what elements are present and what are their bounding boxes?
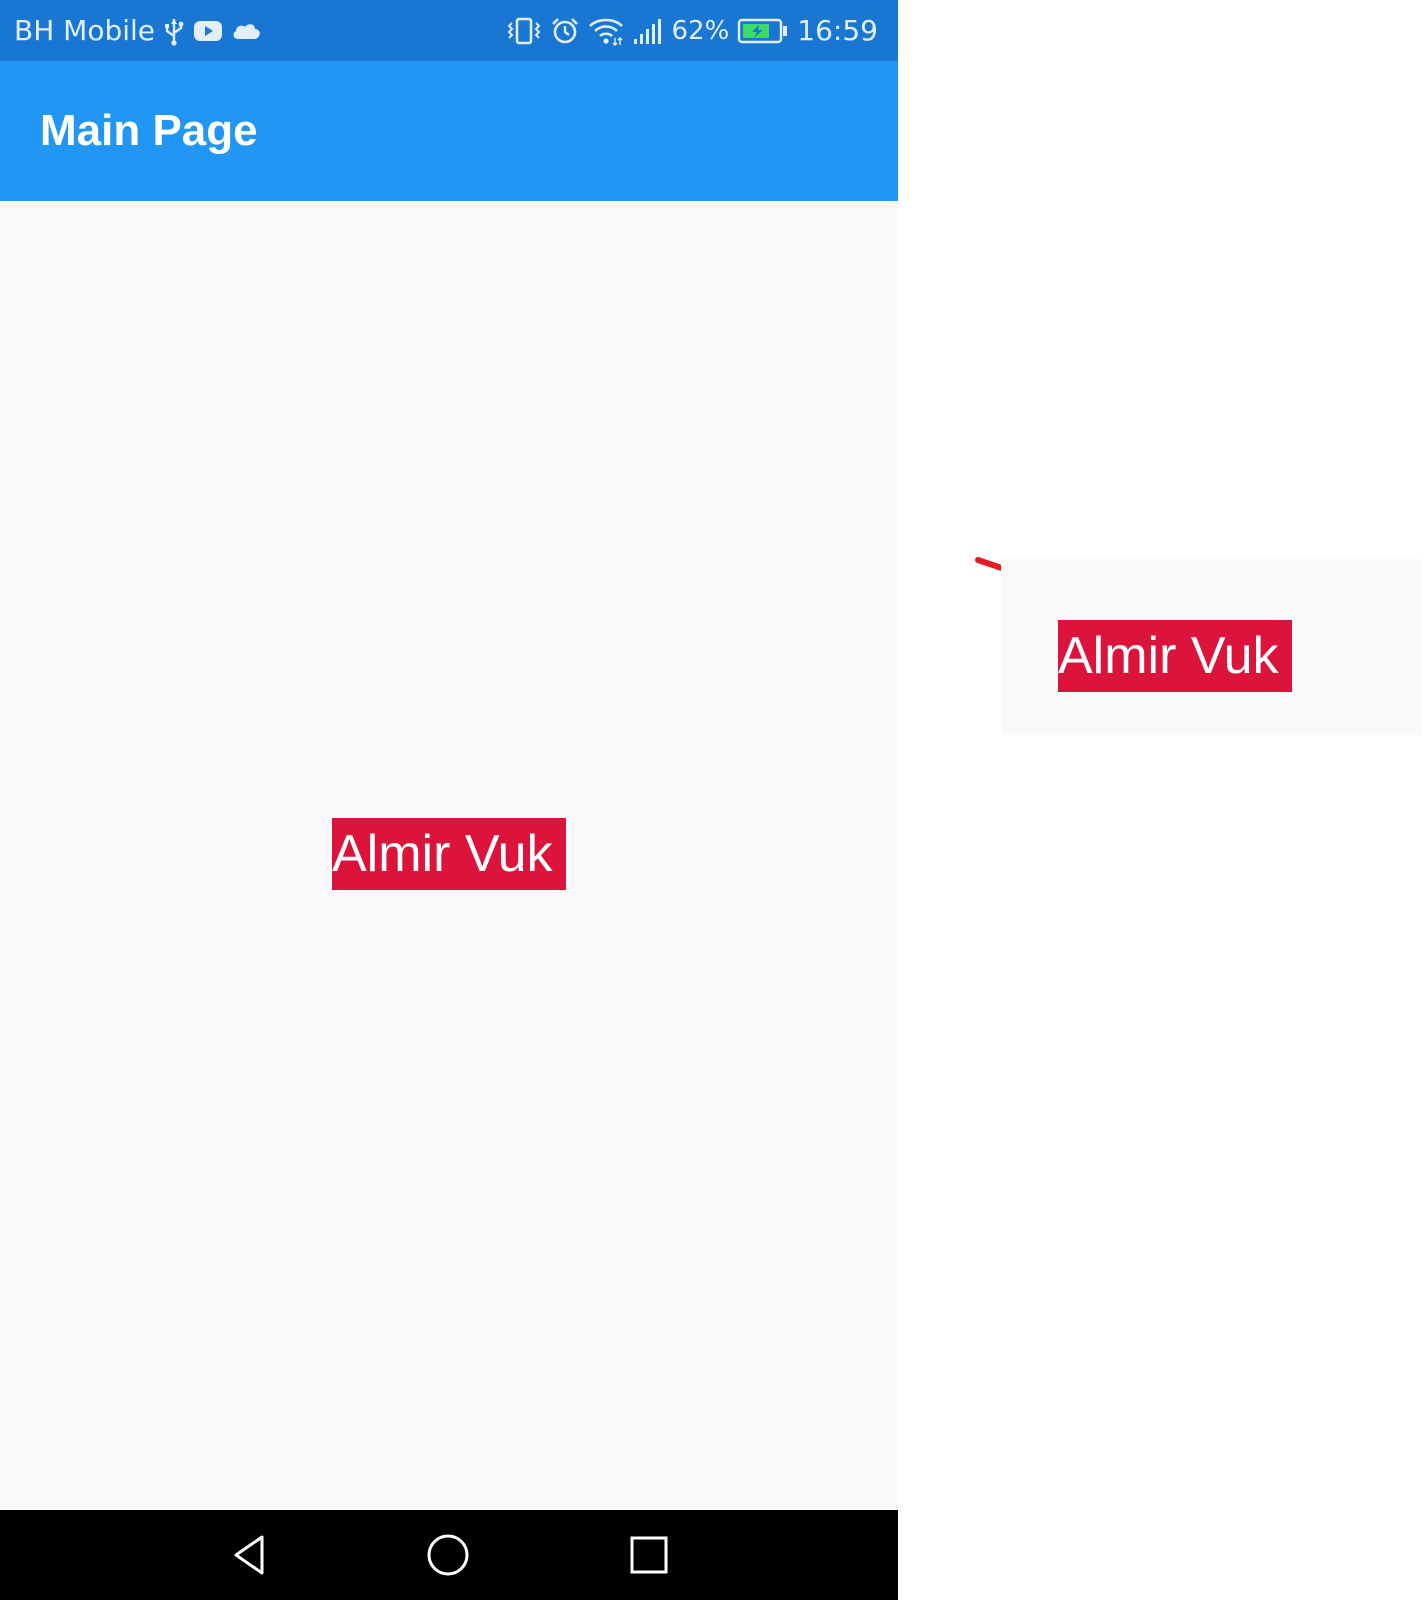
- carrier-name: BH Mobile: [14, 14, 156, 47]
- app-bar: Main Page: [0, 61, 898, 201]
- alarm-icon: [550, 16, 580, 46]
- recents-icon: [630, 1536, 668, 1574]
- page-title: Main Page: [40, 106, 258, 155]
- cloud-icon: [231, 21, 261, 41]
- wifi-icon: [588, 16, 624, 46]
- back-icon: [234, 1535, 264, 1575]
- zoom-callout: Almir Vuk: [1001, 559, 1421, 735]
- youtube-icon: [193, 20, 223, 42]
- usb-icon: [163, 16, 185, 46]
- vibrate-icon: [506, 17, 542, 45]
- clock: 16:59: [797, 14, 878, 47]
- status-right: 62% 16:59: [506, 0, 878, 61]
- page-content: Almir Vuk: [0, 201, 898, 1510]
- phone-screen: BH Mobile 62% 16:59 Main Page Almir Vuk: [0, 0, 898, 1600]
- battery-percent: 62%: [671, 15, 730, 46]
- signal-icon: [632, 17, 664, 45]
- home-icon: [427, 1534, 469, 1576]
- navigation-bar: [0, 1510, 898, 1600]
- status-left: BH Mobile: [14, 0, 261, 61]
- battery-charging-icon: [737, 18, 789, 44]
- name-label: Almir Vuk: [332, 818, 566, 890]
- zoomed-name-label: Almir Vuk: [1058, 620, 1292, 692]
- back-button[interactable]: [205, 1510, 295, 1600]
- home-button[interactable]: [403, 1510, 493, 1600]
- recents-button[interactable]: [604, 1510, 694, 1600]
- status-bar: BH Mobile 62% 16:59: [0, 0, 898, 61]
